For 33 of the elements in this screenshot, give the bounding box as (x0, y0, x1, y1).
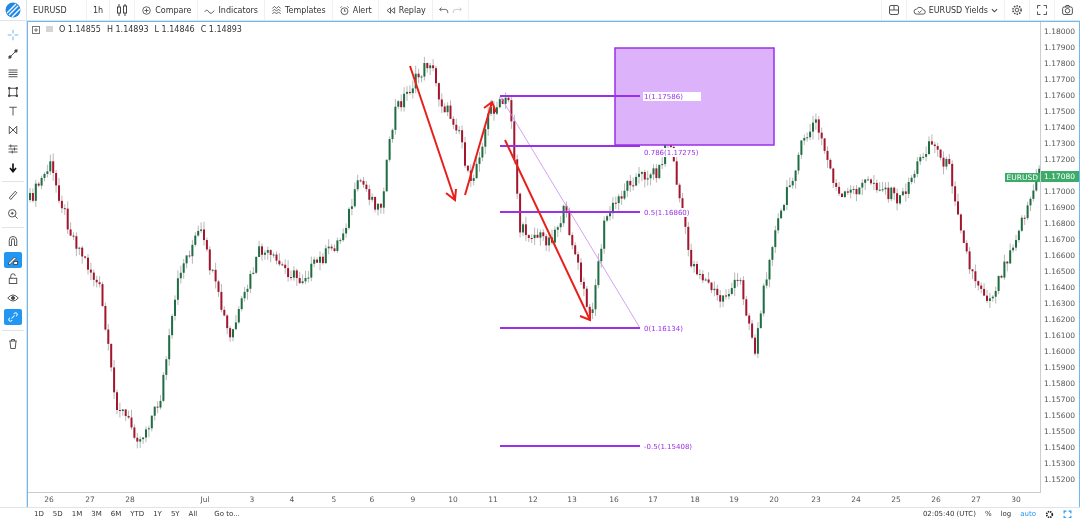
arrow-drawing[interactable] (504, 139, 591, 322)
symbol-button[interactable]: EURUSD (27, 0, 87, 20)
toolbar-button[interactable]: Indicators (198, 0, 265, 20)
logo-icon[interactable] (5, 2, 21, 18)
toolbar-button[interactable]: Alert (332, 0, 379, 20)
alarm-clock-icon (338, 4, 350, 16)
rewind-icon (384, 4, 396, 16)
caret-icon (991, 7, 998, 13)
candles-icon[interactable] (116, 3, 129, 17)
fib-trend-line[interactable] (499, 95, 641, 329)
rectangle-drawing[interactable] (614, 47, 775, 146)
cloud-icon (912, 4, 926, 16)
settings-icon[interactable] (1045, 509, 1054, 518)
interval-button[interactable]: 1h (87, 0, 111, 20)
expand-icon[interactable] (32, 25, 40, 34)
arrow-drawing[interactable] (464, 100, 497, 196)
toolbar-button[interactable]: Templates (265, 0, 333, 20)
pencil-lock-icon[interactable] (4, 252, 22, 268)
arrow-drawing[interactable] (409, 65, 457, 202)
undo-icon[interactable] (438, 5, 449, 15)
layout-name-button[interactable]: EURUSD Yields (905, 0, 1004, 20)
plus-circle-icon (141, 4, 153, 16)
toolbar-button[interactable]: Compare (135, 0, 199, 20)
fullscreen-icon[interactable] (1036, 4, 1048, 16)
camera-icon[interactable] (1061, 4, 1074, 16)
ohlc-value: O 1.14855 (59, 25, 101, 34)
ohlc-value: L 1.14846 (154, 25, 195, 34)
settings-icon[interactable] (1011, 4, 1023, 16)
layout-icon[interactable] (887, 4, 900, 16)
ohlc-value: C 1.14893 (200, 25, 242, 34)
ohlc-value: H 1.14893 (106, 25, 149, 34)
toolbar-button[interactable]: Replay (378, 0, 433, 20)
templates-icon (271, 4, 282, 16)
